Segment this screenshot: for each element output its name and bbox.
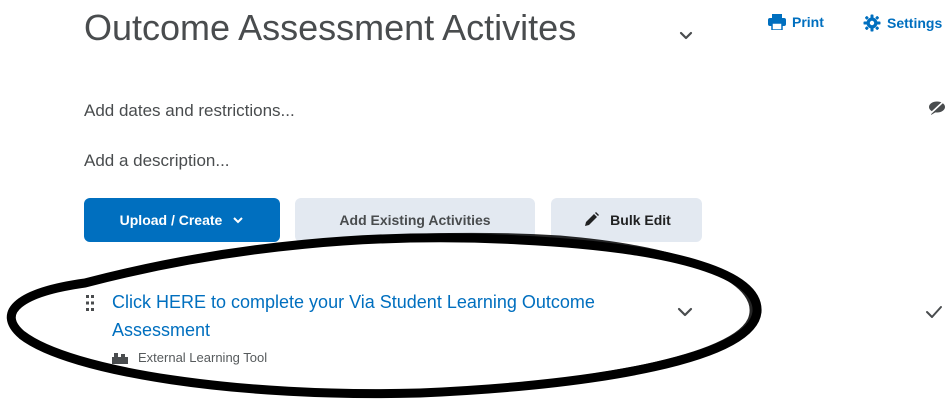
settings-label: Settings xyxy=(887,15,943,31)
add-existing-label: Add Existing Activities xyxy=(339,212,491,228)
gear-icon xyxy=(863,14,881,32)
chevron-down-icon[interactable] xyxy=(676,305,694,319)
add-existing-activities-button[interactable]: Add Existing Activities xyxy=(295,198,535,242)
pencil-icon xyxy=(585,212,600,226)
print-button[interactable]: Print xyxy=(768,14,824,30)
activity-link[interactable]: Click HERE to complete your Via Student … xyxy=(112,288,652,344)
upload-create-label: Upload / Create xyxy=(119,212,223,228)
chevron-down-icon xyxy=(233,217,244,224)
comment-hidden-icon[interactable] xyxy=(928,100,945,116)
activity-type-label: External Learning Tool xyxy=(138,350,268,365)
settings-button[interactable]: Settings xyxy=(863,14,942,32)
bulk-edit-label: Bulk Edit xyxy=(610,212,671,228)
add-dates-link[interactable]: Add dates and restrictions... xyxy=(84,101,295,121)
checkmark-icon xyxy=(926,306,942,318)
bulk-edit-button[interactable]: Bulk Edit xyxy=(551,198,702,242)
activity-type: External Learning Tool xyxy=(112,350,267,365)
drag-handle-icon[interactable] xyxy=(85,294,95,312)
puzzle-icon xyxy=(112,352,128,364)
page-title: Outcome Assessment Activites xyxy=(84,7,577,48)
chevron-down-icon[interactable] xyxy=(675,24,697,46)
upload-create-button[interactable]: Upload / Create xyxy=(84,198,280,242)
add-description-link[interactable]: Add a description... xyxy=(84,151,230,171)
printer-icon xyxy=(768,14,786,30)
print-label: Print xyxy=(792,14,824,30)
